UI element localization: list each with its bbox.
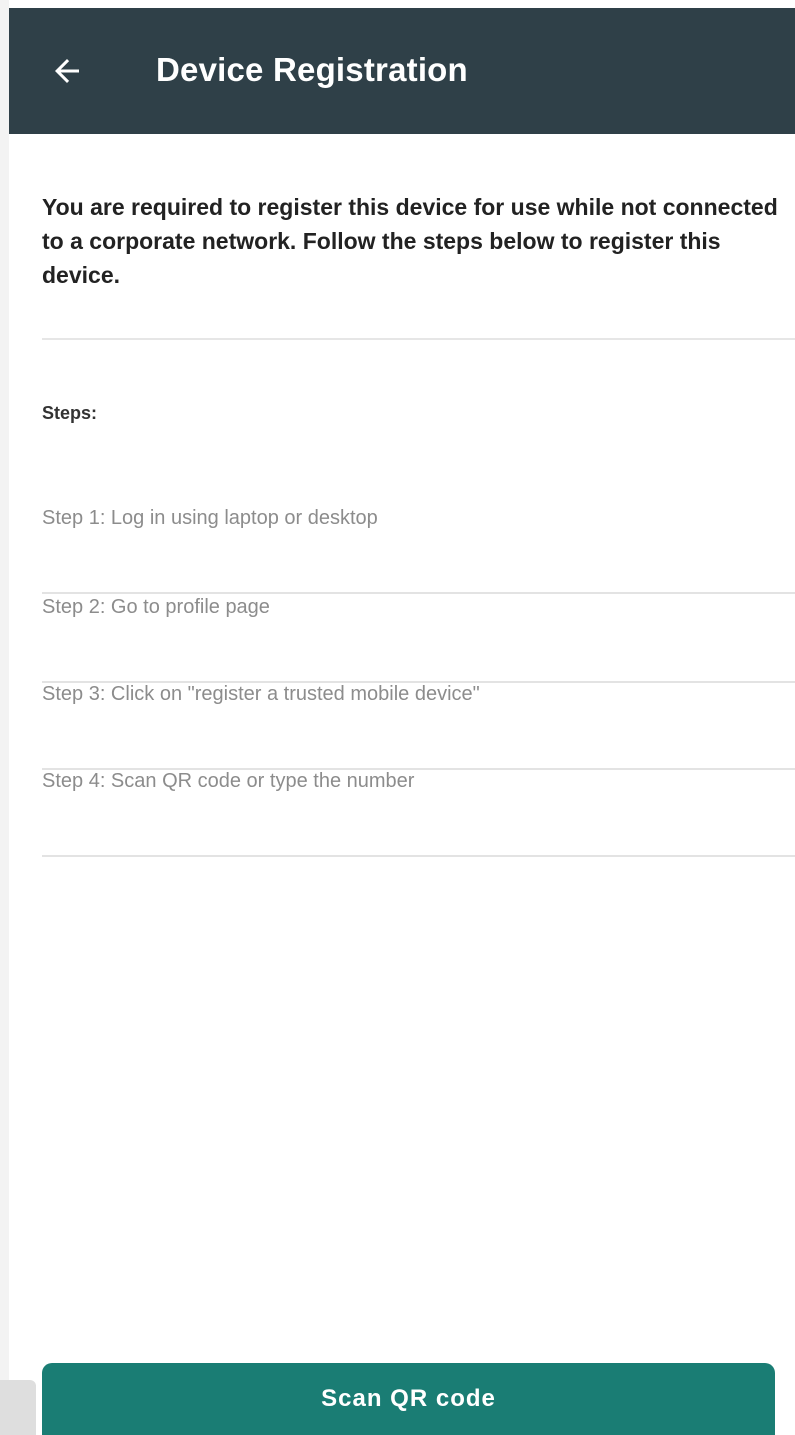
step-item-2[interactable]: Step 2: Go to profile page: [42, 593, 795, 683]
side-tab-handle: [0, 1380, 36, 1435]
step-item-3[interactable]: Step 3: Click on "register a trusted mob…: [42, 680, 795, 770]
scan-qr-code-button[interactable]: Scan QR code: [42, 1363, 775, 1435]
app-bar: Device Registration: [9, 8, 795, 134]
screen-left-edge: [0, 0, 9, 1435]
step-item-4[interactable]: Step 4: Scan QR code or type the number: [42, 767, 795, 857]
steps-heading: Steps:: [42, 403, 98, 423]
step-label: Step 4: Scan QR code or type the number: [42, 770, 415, 792]
step-label: Step 3: Click on "register a trusted mob…: [42, 683, 480, 705]
step-item-1[interactable]: Step 1: Log in using laptop or desktop: [42, 504, 795, 594]
arrow-left-icon[interactable]: [49, 53, 85, 89]
step-label: Step 1: Log in using laptop or desktop: [42, 507, 378, 529]
step-label: Step 2: Go to profile page: [42, 596, 270, 618]
page-title: Device Registration: [156, 51, 468, 88]
section-divider: [42, 338, 795, 340]
registration-intro-text: You are required to register this device…: [42, 194, 778, 288]
